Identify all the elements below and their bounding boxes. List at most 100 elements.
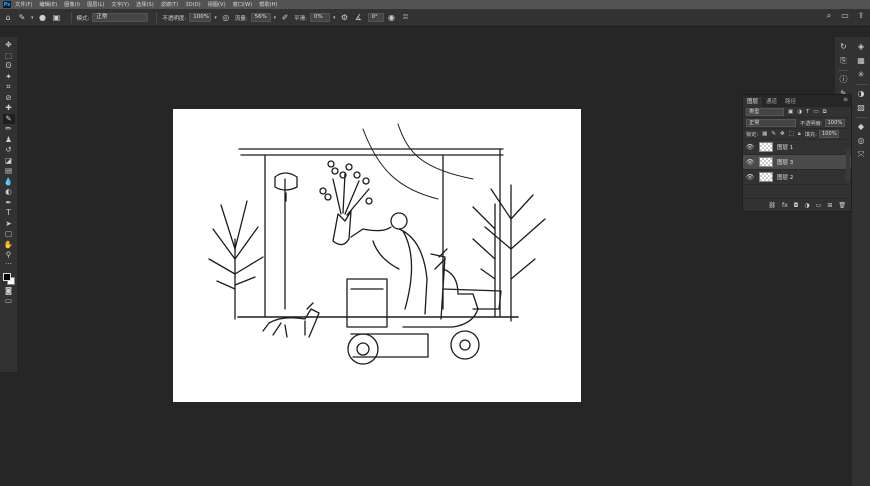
mode-select[interactable]: 正常 bbox=[92, 13, 149, 22]
foreground-color-swatch[interactable] bbox=[2, 272, 11, 281]
chevron-down-icon[interactable]: ▾ bbox=[214, 15, 217, 21]
visibility-eye-icon[interactable]: 👁︎ bbox=[743, 173, 757, 181]
chevron-down-icon[interactable]: ▾ bbox=[333, 15, 336, 21]
workspace-icon[interactable]: ▭ bbox=[840, 11, 850, 21]
layers-scrollbar[interactable] bbox=[846, 150, 850, 182]
screen-mode-icon[interactable]: ▭ bbox=[3, 296, 15, 307]
eraser-tool-icon[interactable]: ◪ bbox=[3, 156, 15, 167]
quick-mask-icon[interactable]: ◙ bbox=[3, 286, 15, 297]
adjustment-icon[interactable]: ◑ bbox=[804, 202, 809, 209]
clone-stamp-tool-icon[interactable]: ♟ bbox=[3, 135, 15, 146]
layer-name[interactable]: 图层 2 bbox=[777, 173, 793, 181]
layer-row[interactable]: 👁︎ 图层 1 bbox=[743, 140, 851, 155]
eyedropper-tool-icon[interactable]: ⊘ bbox=[3, 93, 15, 104]
info-icon[interactable]: ⓘ bbox=[838, 73, 850, 87]
paths-panel-icon[interactable]: ⤧ bbox=[855, 148, 867, 162]
blur-tool-icon[interactable]: 💧 bbox=[3, 177, 15, 188]
layers-panel-icon[interactable]: ◆ bbox=[855, 120, 867, 134]
layer-name[interactable]: 图层 1 bbox=[777, 143, 793, 151]
tab-channels[interactable]: 通道 bbox=[762, 97, 781, 107]
mask-icon[interactable]: ◘ bbox=[794, 202, 799, 209]
lock-pixels-icon[interactable]: ✎ bbox=[771, 131, 776, 137]
pixel-filter-icon[interactable]: ▣ bbox=[788, 109, 793, 115]
pressure-size-icon[interactable]: ◉ bbox=[387, 13, 397, 23]
pen-tool-icon[interactable]: ✒ bbox=[3, 198, 15, 209]
adjustments-panel-icon[interactable]: ◑ bbox=[855, 87, 867, 101]
opacity-input[interactable]: 100% bbox=[189, 13, 212, 22]
properties-icon[interactable]: ⎘ bbox=[838, 54, 850, 68]
chevron-down-icon[interactable]: ▾ bbox=[31, 15, 34, 21]
history-brush-tool-icon[interactable]: ↺ bbox=[3, 145, 15, 156]
type-filter-icon[interactable]: T bbox=[806, 109, 809, 115]
color-swatches[interactable] bbox=[2, 272, 16, 286]
home-icon[interactable]: ⌂ bbox=[3, 13, 13, 23]
adjustment-filter-icon[interactable]: ◑ bbox=[797, 109, 802, 115]
layer-filter-select[interactable]: 类型 bbox=[746, 108, 784, 116]
pencil-tool-icon[interactable]: ✏ bbox=[3, 124, 15, 135]
shape-tool-icon[interactable]: ▢ bbox=[3, 229, 15, 240]
share-icon[interactable]: ⇪ bbox=[856, 11, 866, 21]
blend-mode-select[interactable]: 正常 bbox=[746, 119, 796, 127]
search-icon[interactable]: ⌕ bbox=[824, 11, 834, 21]
brush-tool-icon[interactable]: ✎ bbox=[2, 113, 15, 124]
fx-icon[interactable]: fx bbox=[782, 202, 788, 209]
group-icon[interactable]: ▭ bbox=[816, 202, 822, 209]
menu-window[interactable]: 窗口(W) bbox=[233, 1, 253, 8]
panel-menu-icon[interactable]: ≡ bbox=[843, 96, 848, 103]
menu-help[interactable]: 帮助(H) bbox=[259, 1, 277, 8]
document-canvas[interactable] bbox=[173, 109, 581, 402]
layer-row[interactable]: 👁︎ 图层 3 bbox=[743, 155, 851, 170]
pressure-opacity-icon[interactable]: ◎ bbox=[221, 13, 231, 23]
lock-all-icon[interactable]: 🔒︎ bbox=[798, 131, 801, 138]
visibility-eye-icon[interactable]: 👁︎ bbox=[743, 158, 757, 166]
tab-paths[interactable]: 路径 bbox=[781, 97, 800, 107]
zoom-tool-icon[interactable]: ⚲ bbox=[3, 250, 15, 261]
menu-file[interactable]: 文件(F) bbox=[15, 1, 32, 8]
color-panel-icon[interactable]: ◈ bbox=[855, 40, 867, 54]
lock-position-icon[interactable]: ✥ bbox=[780, 131, 785, 137]
menu-view[interactable]: 视图(V) bbox=[208, 1, 226, 8]
brush-preset-icon[interactable]: ✎ bbox=[17, 13, 27, 23]
flow-input[interactable]: 56% bbox=[250, 13, 271, 22]
menu-edit[interactable]: 编辑(E) bbox=[39, 1, 57, 8]
lasso-tool-icon[interactable]: ʘ bbox=[3, 61, 15, 72]
path-selection-tool-icon[interactable]: ➤ bbox=[3, 219, 15, 230]
layer-row[interactable]: 👁︎ 图层 2 bbox=[743, 170, 851, 185]
crop-tool-icon[interactable]: ⌗ bbox=[3, 82, 15, 93]
menu-3d[interactable]: 3D(D) bbox=[185, 2, 200, 8]
menu-select[interactable]: 选择(S) bbox=[136, 1, 154, 8]
angle-icon[interactable]: ∡ bbox=[354, 13, 364, 23]
dodge-tool-icon[interactable]: ◐ bbox=[3, 187, 15, 198]
history-icon[interactable]: ↻ bbox=[838, 40, 850, 54]
gradient-tool-icon[interactable]: ▤ bbox=[3, 166, 15, 177]
angle-input[interactable]: 0° bbox=[367, 13, 384, 22]
link-icon[interactable]: ⛓ bbox=[768, 202, 776, 209]
swatches-panel-icon[interactable]: ▦ bbox=[855, 54, 867, 68]
brush-size-icon[interactable]: ● bbox=[38, 13, 48, 23]
shape-filter-icon[interactable]: ▭ bbox=[813, 109, 818, 115]
menu-layer[interactable]: 图层(L) bbox=[87, 1, 104, 8]
lock-artboard-icon[interactable]: ⬚ bbox=[789, 131, 794, 137]
hand-tool-icon[interactable]: ✋ bbox=[3, 240, 15, 251]
fill-input[interactable]: 100% bbox=[818, 130, 839, 138]
marquee-tool-icon[interactable]: ⬚ bbox=[3, 51, 15, 62]
brush-settings-icon[interactable]: ▣ bbox=[52, 13, 62, 23]
visibility-eye-icon[interactable]: 👁︎ bbox=[743, 143, 757, 151]
libraries-panel-icon[interactable]: ✳ bbox=[855, 68, 867, 82]
lock-transparency-icon[interactable]: ▦ bbox=[762, 131, 767, 137]
layer-opacity-input[interactable]: 100% bbox=[824, 119, 845, 127]
styles-panel-icon[interactable]: ▧ bbox=[855, 101, 867, 115]
menu-filter[interactable]: 滤镜(T) bbox=[161, 1, 179, 8]
more-tools-icon[interactable]: ··· bbox=[5, 260, 12, 269]
smoothing-input[interactable]: 0% bbox=[309, 13, 330, 22]
move-tool-icon[interactable]: ✥ bbox=[3, 40, 15, 51]
chevron-down-icon[interactable]: ▾ bbox=[274, 15, 277, 21]
type-tool-icon[interactable]: T bbox=[3, 208, 15, 219]
quick-select-tool-icon[interactable]: ✦ bbox=[3, 72, 15, 83]
smoothing-options-icon[interactable]: ⚙ bbox=[340, 13, 350, 23]
channels-panel-icon[interactable]: ◎ bbox=[855, 134, 867, 148]
photoshop-logo-icon[interactable]: Ps bbox=[3, 1, 11, 8]
healing-brush-tool-icon[interactable]: ✚ bbox=[3, 103, 15, 114]
layer-name[interactable]: 图层 3 bbox=[777, 158, 793, 166]
delete-icon[interactable]: 🗑︎ bbox=[838, 202, 846, 209]
